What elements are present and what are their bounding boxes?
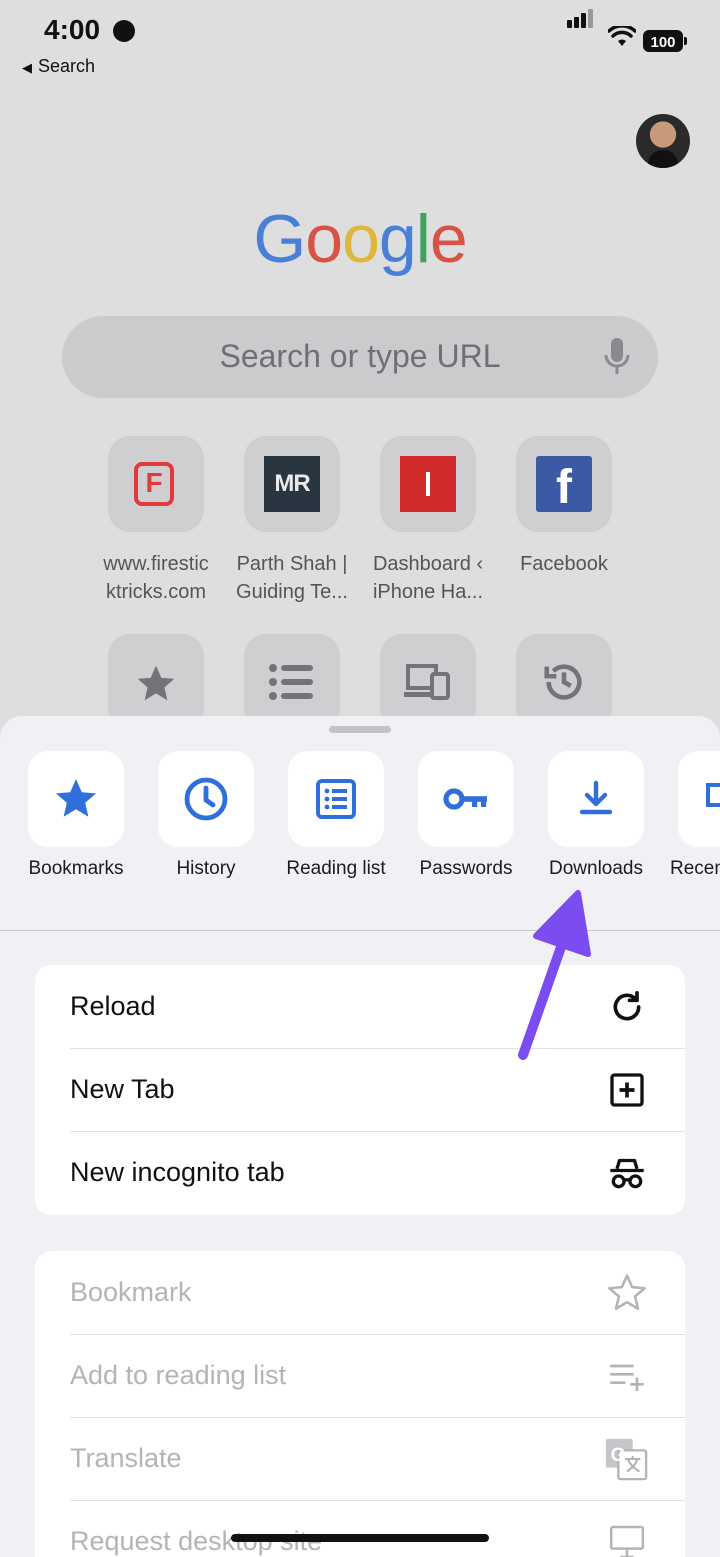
menu-item-new-tab[interactable]: New Tab xyxy=(35,1048,685,1132)
quick-action-label: Downloads xyxy=(549,858,643,879)
shortcut-tile-parth-shah[interactable]: MR xyxy=(244,436,340,532)
wifi-icon xyxy=(608,26,636,46)
clock-icon xyxy=(184,777,228,821)
menu-item-label: Translate xyxy=(70,1443,182,1473)
quick-action-bookmarks[interactable] xyxy=(28,751,124,847)
battery-tip xyxy=(684,37,687,45)
desktop-icon xyxy=(609,1525,645,1557)
quick-action-label: Recent tabs xyxy=(670,858,720,879)
quick-action-label: Passwords xyxy=(419,858,513,879)
shortcut-tile-facebook[interactable]: f xyxy=(516,436,612,532)
shortcut-label: Dashboard ‹ iPhone Ha... xyxy=(372,553,484,603)
menu-item-bookmark[interactable]: Bookmark xyxy=(35,1251,685,1335)
download-icon xyxy=(579,780,613,815)
quick-action-passwords[interactable] xyxy=(418,751,514,847)
menu-item-translate[interactable]: Translate G xyxy=(35,1417,685,1501)
devices-icon xyxy=(404,664,450,700)
sheet-grabber[interactable] xyxy=(329,726,391,733)
home-indicator[interactable] xyxy=(231,1534,489,1542)
microphone-icon[interactable] xyxy=(604,338,630,376)
mr-favicon: MR xyxy=(264,456,320,512)
devices-icon xyxy=(706,783,720,807)
key-icon xyxy=(443,788,487,810)
history-icon xyxy=(544,664,582,700)
star-icon xyxy=(56,779,96,817)
shortcut-label: Facebook xyxy=(520,553,608,575)
back-label: Search xyxy=(38,56,96,76)
shortcut-tile-dashboard[interactable] xyxy=(380,436,476,532)
list-icon xyxy=(269,664,313,700)
globe-icon xyxy=(113,20,135,42)
quick-action-recent-tabs[interactable] xyxy=(678,751,720,847)
facebook-favicon: f xyxy=(536,456,592,514)
battery-indicator: 100 xyxy=(643,30,683,52)
reload-icon xyxy=(613,991,641,1021)
firesticktricks-favicon: F xyxy=(134,462,174,506)
status-bar: 4:00 ◀ Search 100 xyxy=(0,0,720,90)
svg-text:G: G xyxy=(611,1445,626,1466)
add-list-icon xyxy=(610,1364,644,1391)
menu-item-label: Add to reading list xyxy=(70,1360,287,1390)
back-to-search-link[interactable]: ◀ Search xyxy=(22,56,95,77)
menu-item-label: New Tab xyxy=(70,1074,175,1104)
quick-action-label: History xyxy=(176,858,236,879)
quick-action-label: Bookmarks xyxy=(28,858,124,879)
status-time: 4:00 xyxy=(44,14,101,45)
quick-action-label: Reading list xyxy=(286,858,386,879)
omnibox[interactable]: Search or type URL xyxy=(62,316,658,398)
account-avatar[interactable] xyxy=(636,114,690,168)
chrome-menu-sheet: Bookmarks History Reading list Passwords… xyxy=(0,716,720,1557)
menu-item-label: Bookmark xyxy=(70,1277,192,1307)
star-icon xyxy=(137,665,175,701)
menu-item-add-to-reading-list[interactable]: Add to reading list xyxy=(35,1334,685,1418)
shortcut-tile-firesticktricks[interactable]: F xyxy=(108,436,204,532)
new-tab-icon xyxy=(610,1073,644,1107)
google-logo: Google xyxy=(253,201,467,277)
omnibox-placeholder: Search or type URL xyxy=(219,338,501,374)
section-divider xyxy=(0,930,720,931)
menu-item-label: Reload xyxy=(70,991,156,1021)
quick-action-reading-list[interactable] xyxy=(288,751,384,847)
list-icon xyxy=(316,779,356,819)
menu-group-primary: Reload New Tab New incognito tab xyxy=(35,965,685,1215)
dashboard-favicon xyxy=(400,456,456,512)
star-outline-icon xyxy=(608,1274,646,1311)
incognito-icon xyxy=(610,1158,644,1189)
quick-action-downloads[interactable] xyxy=(548,751,644,847)
shortcut-label: www.firestic ktricks.com xyxy=(103,553,209,603)
new-tab-page: 4:00 ◀ Search 100 Google Search or type U… xyxy=(0,0,720,760)
back-triangle-icon: ◀ xyxy=(22,60,32,75)
menu-item-new-incognito-tab[interactable]: New incognito tab xyxy=(35,1131,685,1215)
quick-action-history[interactable] xyxy=(158,751,254,847)
menu-item-label: New incognito tab xyxy=(70,1157,285,1187)
menu-item-reload[interactable]: Reload xyxy=(35,965,685,1049)
menu-group-secondary: Bookmark Add to reading list Translate G… xyxy=(35,1251,685,1557)
shortcut-label: Parth Shah | Guiding Te... xyxy=(236,553,348,603)
menu-item-request-desktop-site[interactable]: Request desktop site xyxy=(35,1500,685,1557)
translate-icon: G xyxy=(605,1438,648,1481)
